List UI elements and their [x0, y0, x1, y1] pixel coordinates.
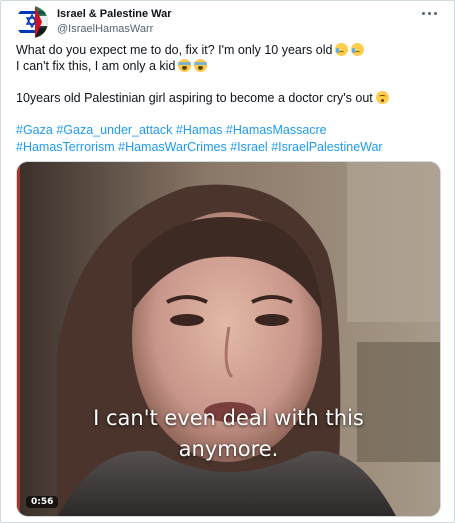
video-player[interactable]: I can't even deal with this anymore. 0:5…	[16, 161, 441, 517]
hashtag-link[interactable]: #Gaza_under_attack	[56, 123, 172, 137]
crying-face-emoji-icon	[335, 43, 349, 56]
account-handle[interactable]: @IsraelHamasWarr	[57, 23, 153, 35]
tweet-line-3-text: 10years old Palestinian girl aspiring to…	[16, 91, 373, 105]
hashtag-link[interactable]: #HamasMassacre	[226, 123, 327, 137]
hashtags-row-2: #HamasTerrorism #HamasWarCrimes #Israel …	[16, 139, 383, 155]
hashtag-link[interactable]: #Gaza	[16, 123, 53, 137]
hashtag-link[interactable]: #IsraelPalestineWar	[271, 140, 382, 154]
israel-flag-avatar-icon[interactable]	[16, 6, 48, 38]
tweet-line-1-text: What do you expect me to do, fix it? I'm…	[16, 43, 333, 57]
tweet-text-line-2: I can't fix this, I am only a kid	[16, 58, 208, 74]
tweet-line-2-text: I can't fix this, I am only a kid	[16, 59, 176, 73]
video-caption-line-1: I can't even deal with this	[93, 406, 364, 430]
more-horizontal-icon[interactable]	[418, 5, 440, 21]
hashtags-row-1: #Gaza #Gaza_under_attack #Hamas #HamasMa…	[16, 122, 327, 138]
video-caption-line-2: anymore.	[178, 437, 279, 461]
hashtag-link[interactable]: #HamasWarCrimes	[118, 140, 227, 154]
display-name[interactable]: Israel & Palestine War	[57, 8, 172, 20]
tweet-card: Israel & Palestine War @IsraelHamasWarr …	[0, 0, 455, 523]
loudly-crying-face-emoji-icon	[194, 59, 208, 72]
pleading-face-emoji-icon	[375, 91, 389, 104]
loudly-crying-face-emoji-icon	[178, 59, 192, 72]
tweet-text-line-3: 10years old Palestinian girl aspiring to…	[16, 90, 389, 106]
hashtag-link[interactable]: #HamasTerrorism	[16, 140, 115, 154]
hashtag-link[interactable]: #Israel	[230, 140, 268, 154]
video-duration-badge: 0:56	[26, 496, 59, 508]
tweet-text-line-1: What do you expect me to do, fix it? I'm…	[16, 42, 365, 58]
hashtag-link[interactable]: #Hamas	[176, 123, 223, 137]
crying-face-emoji-icon	[351, 43, 365, 56]
